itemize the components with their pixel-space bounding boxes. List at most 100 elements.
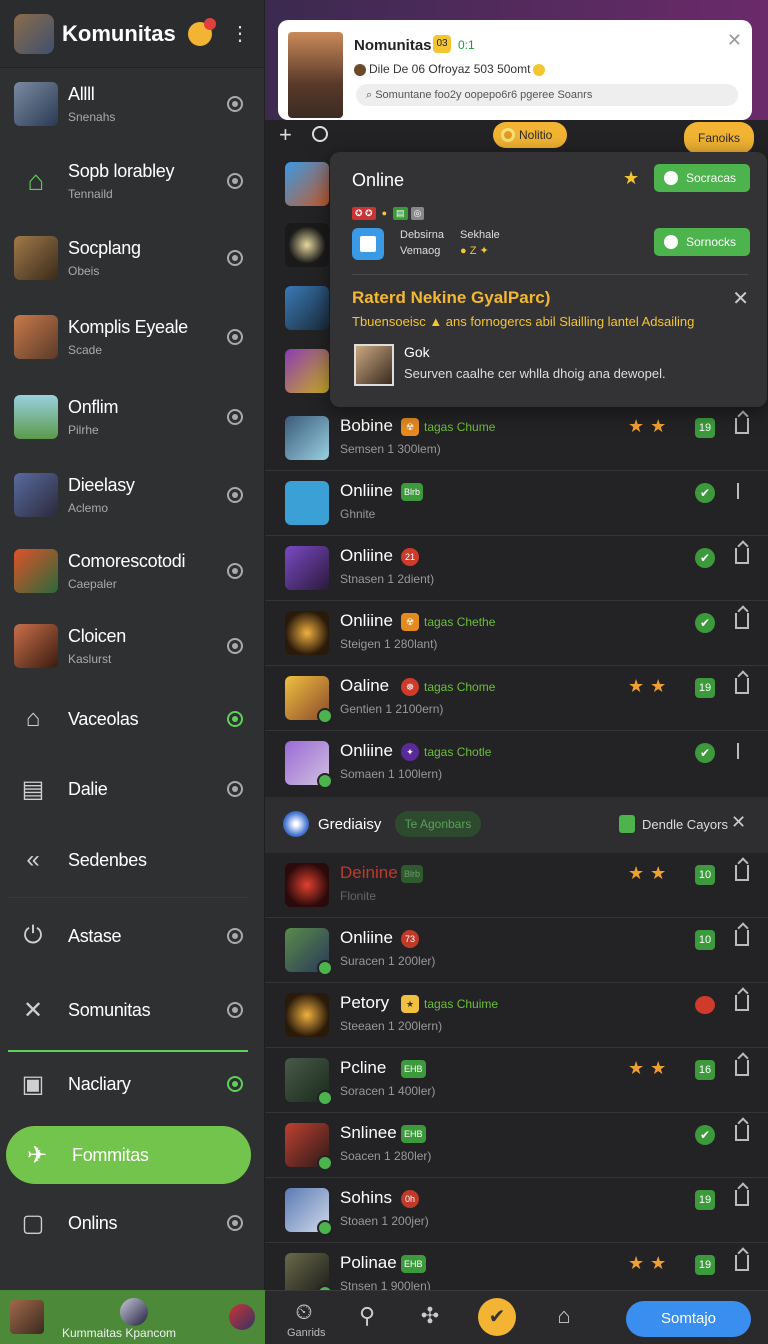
store-icon[interactable]: ⌂: [549, 1301, 579, 1331]
sidebar-item-allll[interactable]: Allll Snenahs: [0, 82, 265, 126]
row-title: Onliine: [340, 741, 393, 760]
community-thumbnail: [14, 624, 58, 668]
row-subtitle: Ghnite: [340, 507, 376, 521]
clock-icon[interactable]: [312, 126, 328, 142]
sidebar-nav-dalie[interactable]: ▤ Dalie: [0, 774, 265, 804]
sidebar-item-comorescotodi[interactable]: Comorescotodi Caepaler: [0, 549, 265, 593]
rating-stars: ★★: [628, 1253, 673, 1273]
sidebar-nav-somunitas[interactable]: ✕ Somunitas: [0, 995, 265, 1025]
sidebar-footer[interactable]: Kummaitas Kpancom: [0, 1290, 265, 1344]
close-icon[interactable]: ✕: [727, 30, 742, 51]
search-input[interactable]: ⌕ Somuntane foo2y oopepo6r6 pgeree Soanr…: [356, 84, 738, 106]
table-row[interactable]: Onliine ☢ tagas Chethe Steigen 1 280lant…: [265, 601, 768, 666]
share-icon[interactable]: [735, 613, 749, 629]
table-row[interactable]: Bobine ☢ tagas Chume Semsen 1 300lem) ★★…: [265, 406, 768, 471]
check-icon[interactable]: ✔: [695, 483, 715, 503]
share-icon[interactable]: [735, 1190, 749, 1206]
avatar[interactable]: [229, 1304, 255, 1330]
radio-icon[interactable]: [227, 250, 243, 266]
group-pill-button[interactable]: Te Agonbars: [395, 811, 481, 837]
sornocks-button[interactable]: Sornocks: [654, 228, 750, 256]
share-icon[interactable]: [735, 418, 749, 434]
close-icon[interactable]: ✕: [732, 286, 749, 311]
sidebar-item-onlins[interactable]: ▢ Onlins: [0, 1208, 265, 1238]
table-row[interactable]: Pcline EHB Soracen 1 400ler) ★★ 16: [265, 1048, 768, 1113]
share-icon[interactable]: [735, 1125, 749, 1141]
group-header: Grediaisy Te Agonbars Dendle Cayors ✕: [265, 797, 768, 853]
radio-icon[interactable]: [227, 1076, 243, 1092]
puzzle-icon[interactable]: ✣: [415, 1301, 445, 1331]
radio-icon[interactable]: [227, 711, 243, 727]
share-icon[interactable]: [735, 1255, 749, 1271]
share-icon[interactable]: [735, 483, 739, 499]
table-row[interactable]: Oaline ☸ tagas Chome Gentien 1 2100ern) …: [265, 666, 768, 731]
row-thumbnail: [285, 676, 333, 724]
sidebar-nav-sedenbes[interactable]: « Sedenbes: [0, 845, 265, 875]
share-icon[interactable]: [735, 678, 749, 694]
radio-icon[interactable]: [227, 928, 243, 944]
table-row[interactable]: Snlinee EHB Soacen 1 280ler) ✔: [265, 1113, 768, 1178]
radio-icon[interactable]: [227, 1215, 243, 1231]
socracas-button[interactable]: Socracas: [654, 164, 750, 192]
sidebar-item-sopb[interactable]: ⌂ Sopb lorabley Tennaild: [0, 159, 265, 203]
search-icon[interactable]: ⚲: [352, 1301, 382, 1331]
radio-icon[interactable]: [227, 173, 243, 189]
sidebar-active-item[interactable]: ✈ Fommitas: [6, 1126, 251, 1184]
row-subtitle: Soacen 1 280ler): [340, 1149, 432, 1163]
share-icon[interactable]: [735, 930, 749, 946]
row-extra: tagas Chume: [424, 420, 496, 434]
kebab-menu-icon[interactable]: ⋮: [230, 21, 250, 46]
close-icon[interactable]: ✕: [731, 812, 746, 833]
star-icon[interactable]: ★: [623, 168, 639, 189]
sidebar-item-onflim[interactable]: Onflim Pilrhe: [0, 395, 265, 439]
row-thumbnail: [285, 481, 329, 525]
sidebar-item-socplang[interactable]: Socplang Obeis: [0, 236, 265, 280]
radio-icon[interactable]: [227, 781, 243, 797]
radio-icon[interactable]: [227, 563, 243, 579]
radio-icon[interactable]: [227, 329, 243, 345]
table-row[interactable]: Deinine Blrb Flonite ★★ 10: [265, 853, 768, 918]
sidebar-nav-vaceolas[interactable]: ⌂ Vaceolas: [0, 704, 265, 734]
table-row[interactable]: Onliine ✦ tagas Chotle Somaen 1 100lern)…: [265, 731, 768, 796]
row-subtitle: Gentien 1 2100ern): [340, 702, 444, 716]
radio-icon[interactable]: [227, 1002, 243, 1018]
sidebar-item-sub: Scade: [68, 343, 103, 357]
notice-pill-button[interactable]: Nolitio: [493, 122, 567, 148]
share-icon[interactable]: [735, 1060, 749, 1076]
radio-icon[interactable]: [227, 409, 243, 425]
avatar[interactable]: [120, 1298, 148, 1326]
check-icon[interactable]: ✔: [695, 548, 715, 568]
radio-icon[interactable]: [227, 638, 243, 654]
share-icon[interactable]: [735, 743, 739, 759]
row-title: Polinae: [340, 1253, 397, 1272]
sidebar-nav-astase[interactable]: ⏻ Astase: [0, 921, 265, 951]
sidebar-nav-nacliary[interactable]: ▣ Nacliary: [0, 1069, 265, 1099]
share-icon[interactable]: [735, 865, 749, 881]
confirm-button[interactable]: ✔: [478, 1298, 516, 1336]
table-row[interactable]: Onliine 73 Suracen 1 200ler) 10: [265, 918, 768, 983]
share-icon[interactable]: [735, 995, 749, 1011]
check-icon[interactable]: ✔: [695, 613, 715, 633]
plus-icon[interactable]: +: [279, 122, 292, 148]
table-row[interactable]: Sohins 0h Stoaen 1 200jer) 19: [265, 1178, 768, 1243]
alert-icon[interactable]: [695, 996, 715, 1014]
avatar[interactable]: [10, 1300, 44, 1334]
row-title: Onliine: [340, 928, 393, 947]
share-icon[interactable]: [735, 548, 749, 564]
radio-icon[interactable]: [227, 96, 243, 112]
avatar[interactable]: [354, 344, 394, 386]
timer-icon[interactable]: ⏲: [289, 1297, 319, 1327]
favorites-pill-button[interactable]: Fanoiks: [684, 122, 754, 154]
sidebar-item-cloicen[interactable]: Cloicen Kaslurst: [0, 624, 265, 668]
table-row[interactable]: Onliine Blrb Ghnite ✔: [265, 471, 768, 536]
table-row[interactable]: Onliine 21 Stnasen 1 2dient) ✔: [265, 536, 768, 601]
notification-card[interactable]: Nomunitas 03 0:1 Dile De 06 Ofroyaz 503 …: [278, 20, 752, 120]
sidebar-item-komplis[interactable]: Komplis Eyeale Scade: [0, 315, 265, 359]
radio-icon[interactable]: [227, 487, 243, 503]
notification-badge-icon[interactable]: [188, 17, 216, 46]
check-icon[interactable]: ✔: [695, 1125, 715, 1145]
check-icon[interactable]: ✔: [695, 743, 715, 763]
primary-action-button[interactable]: Somtajo: [626, 1301, 751, 1337]
table-row[interactable]: Petory ★ tagas Chuime Steeaen 1 200lern): [265, 983, 768, 1048]
sidebar-item-dieelasy[interactable]: Dieelasy Aclemo: [0, 473, 265, 517]
